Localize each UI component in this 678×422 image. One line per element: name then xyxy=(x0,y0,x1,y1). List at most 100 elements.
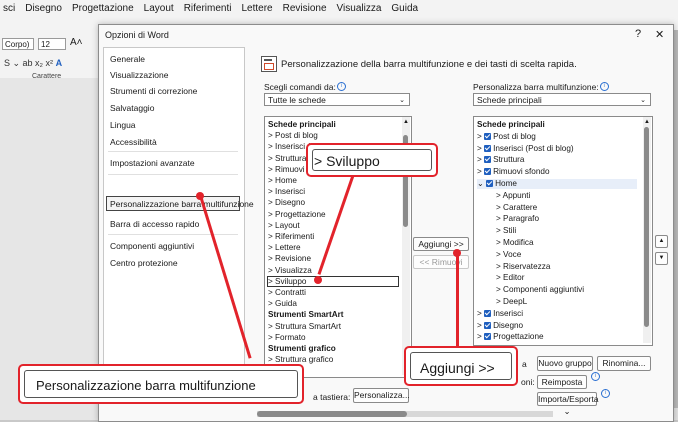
chevron-right-icon[interactable]: > xyxy=(477,155,484,164)
font-name-box[interactable]: Corpo) xyxy=(2,38,34,50)
ribbon-tab-item[interactable]: > Riservatezza xyxy=(496,262,550,272)
rename-button[interactable]: Rinomina... xyxy=(597,356,651,371)
commands-list-item[interactable]: > Riferimenti xyxy=(268,232,314,242)
checkbox-checked-icon[interactable] xyxy=(484,309,492,317)
add-button[interactable]: Aggiungi >> xyxy=(413,237,469,251)
checkbox-checked-icon[interactable] xyxy=(484,144,492,152)
ribbon-tab-item[interactable]: > Disegno xyxy=(477,321,523,331)
commands-list-item[interactable]: > Struttura SmartArt xyxy=(268,322,341,332)
menu-item[interactable]: Layout xyxy=(141,0,181,18)
scroll-up-icon[interactable]: ▲ xyxy=(644,119,650,125)
nav-item-visualizzazione[interactable]: Visualizzazione xyxy=(110,70,168,80)
commands-list-item[interactable]: > Disegno xyxy=(268,198,305,208)
new-tab-button-partial[interactable]: a xyxy=(522,359,527,369)
commands-list-item[interactable]: > Contratti xyxy=(268,288,306,298)
ribbon-tabs-scrollbar[interactable]: ▲ xyxy=(643,117,651,343)
scroll-thumb[interactable] xyxy=(257,411,407,417)
font-size-box[interactable]: 12 xyxy=(38,38,66,50)
ribbon-tab-item[interactable]: > Inserisci xyxy=(477,309,523,319)
ribbon-tab-item[interactable]: > Componenti aggiuntivi xyxy=(496,285,584,295)
menu-item[interactable]: Progettazione xyxy=(69,0,141,18)
nav-item-strumenti-correzione[interactable]: Strumenti di correzione xyxy=(110,86,197,96)
ribbon-tab-item[interactable]: > Appunti xyxy=(496,191,530,201)
nav-item-accessibilita[interactable]: Accessibilità xyxy=(110,137,157,147)
commands-list-item[interactable]: > Home xyxy=(268,176,297,186)
import-export-button[interactable]: Importa/Esporta ⌄ xyxy=(537,392,598,416)
chevron-right-icon[interactable]: > xyxy=(477,132,484,141)
commands-list-item[interactable]: Strumenti SmartArt xyxy=(268,310,344,320)
remove-button[interactable]: << Rimuovi xyxy=(413,255,469,269)
nav-item-generale[interactable]: Generale xyxy=(110,54,145,64)
ribbon-tab-item[interactable]: > Stili xyxy=(496,226,516,236)
scroll-up-icon[interactable]: ▲ xyxy=(403,119,409,125)
move-up-button[interactable]: ▲ xyxy=(655,235,668,248)
commands-list-item[interactable]: > Layout xyxy=(268,221,300,231)
horizontal-scrollbar[interactable] xyxy=(257,411,553,417)
checkbox-checked-icon[interactable] xyxy=(486,180,494,187)
chevron-right-icon[interactable]: > xyxy=(477,144,484,153)
grow-font-icon[interactable]: A˄ xyxy=(70,37,83,48)
ribbon-tab-item[interactable]: > Post di blog xyxy=(477,132,536,142)
commands-list-item[interactable]: > Guida xyxy=(268,299,297,309)
checkbox-checked-icon[interactable] xyxy=(484,168,492,176)
move-down-button[interactable]: ▼ xyxy=(655,252,668,265)
chevron-right-icon[interactable]: > xyxy=(477,332,484,341)
reset-button[interactable]: Reimposta ⌄ xyxy=(537,375,587,399)
nav-item-centro-protezione[interactable]: Centro protezione xyxy=(110,258,178,268)
menu-item[interactable]: Riferimenti xyxy=(181,0,239,18)
commands-list-item[interactable]: Strumenti grafico xyxy=(268,344,336,354)
commands-list-item[interactable]: > Inserisci xyxy=(268,187,305,197)
scroll-thumb[interactable] xyxy=(644,127,649,327)
chevron-right-icon[interactable]: > xyxy=(477,309,484,318)
ribbon-tab-item[interactable]: > DeepL xyxy=(496,297,527,307)
menu-item[interactable]: Revisione xyxy=(280,0,334,18)
nav-item-personalizzazione[interactable]: Personalizzazione barra multifunzione xyxy=(110,199,254,209)
customize-ribbon-select[interactable]: Schede principali ⌄ xyxy=(473,93,651,106)
commands-list-item[interactable]: > Formato xyxy=(268,333,306,343)
checkbox-checked-icon[interactable] xyxy=(484,333,492,341)
nav-separator xyxy=(108,151,238,152)
annotation-dot xyxy=(196,192,204,200)
nav-item-salvataggio[interactable]: Salvataggio xyxy=(110,103,154,113)
ribbon-tab-item[interactable]: Schede principali xyxy=(477,120,545,130)
chevron-right-icon[interactable]: > xyxy=(477,167,484,176)
ribbon-tab-item[interactable]: > Carattere xyxy=(496,203,537,213)
ribbon-tab-item[interactable]: > Editor xyxy=(496,273,524,283)
commands-list-item[interactable]: Schede principali xyxy=(268,120,336,130)
new-group-button[interactable]: Nuovo gruppo xyxy=(537,356,593,371)
menu-item[interactable]: sci xyxy=(0,0,22,18)
commands-list-item[interactable]: > Lettere xyxy=(268,243,301,253)
checkbox-checked-icon[interactable] xyxy=(484,321,492,329)
menu-item[interactable]: Guida xyxy=(388,0,425,18)
commands-list-item[interactable]: > Post di blog xyxy=(268,131,318,141)
ribbon-tab-item[interactable]: > Rimuovi sfondo xyxy=(477,167,550,177)
chevron-down-icon[interactable]: ⌄ xyxy=(477,179,486,188)
commands-list-item[interactable]: > Visualizza xyxy=(268,266,312,276)
ribbon-tab-item[interactable]: > Modifica xyxy=(496,238,534,248)
nav-item-impostazioni-avanzate[interactable]: Impostazioni avanzate xyxy=(110,158,195,168)
menu-item[interactable]: Lettere xyxy=(238,0,279,18)
commands-list-item[interactable]: > Revisione xyxy=(268,254,311,264)
close-icon[interactable]: ✕ xyxy=(655,28,664,41)
ribbon-tab-item[interactable]: > Inserisci (Post di blog) xyxy=(477,144,574,154)
nav-item-barra-accesso-rapido[interactable]: Barra di accesso rapido xyxy=(110,219,199,229)
ribbon-tab-item[interactable]: > Struttura xyxy=(477,155,524,165)
chevron-right-icon[interactable]: > xyxy=(477,321,484,330)
menu-item[interactable]: Visualizza xyxy=(334,0,389,18)
ribbon-tab-label: > Voce xyxy=(496,249,522,259)
ribbon-tabs-list[interactable]: ▲ Schede principali > Post di blog > Inser… xyxy=(473,116,653,346)
menu-item[interactable]: Disegno xyxy=(22,0,69,18)
checkbox-checked-icon[interactable] xyxy=(484,156,492,164)
ribbon-tab-item[interactable]: ⌄ Home xyxy=(477,179,637,189)
nav-item-componenti-aggiuntivi[interactable]: Componenti aggiuntivi xyxy=(110,241,194,251)
ribbon-tab-item[interactable]: > Voce xyxy=(496,250,521,260)
commands-list-item[interactable]: > Struttura xyxy=(268,154,306,164)
choose-commands-select[interactable]: Tutte le schede ⌄ xyxy=(264,93,410,106)
keyboard-customize-button[interactable]: Personalizza... xyxy=(353,388,410,403)
help-icon[interactable]: ? xyxy=(635,28,641,40)
ribbon-tab-item[interactable]: > Progettazione xyxy=(477,332,544,342)
commands-list-item[interactable]: > Progettazione xyxy=(268,210,326,220)
nav-item-lingua[interactable]: Lingua xyxy=(110,120,136,130)
checkbox-checked-icon[interactable] xyxy=(484,132,492,140)
ribbon-tab-item[interactable]: > Paragrafo xyxy=(496,214,539,224)
